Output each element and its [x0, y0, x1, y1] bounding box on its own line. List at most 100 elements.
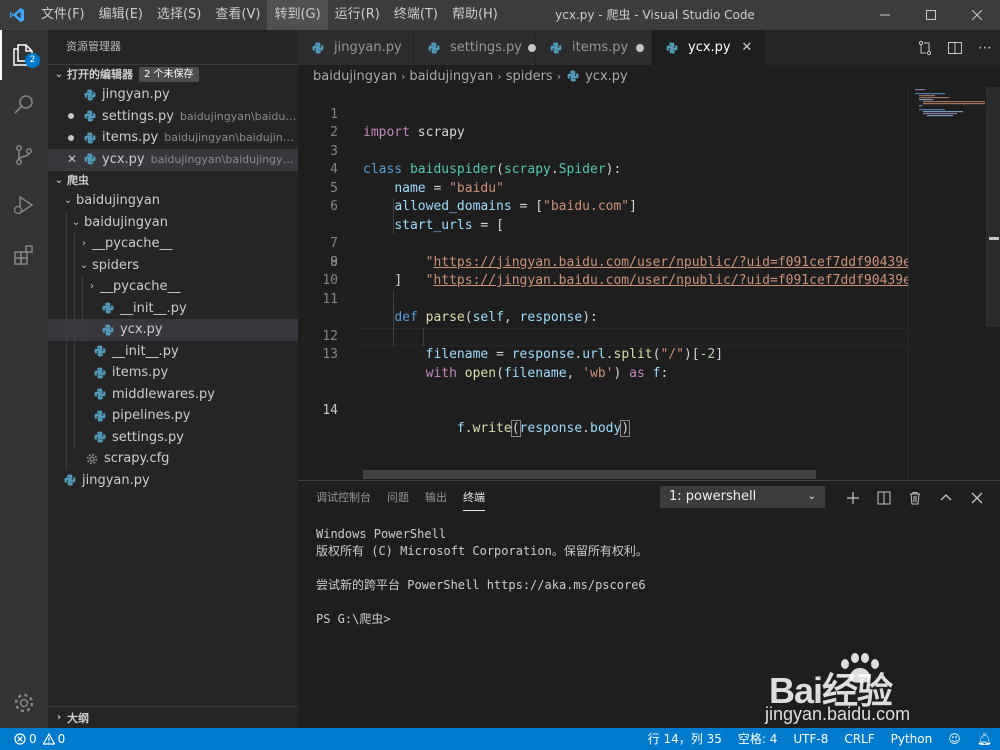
indentation[interactable]: 空格: 4	[730, 728, 786, 750]
tree-label: spiders	[92, 257, 140, 273]
maximize-panel-button[interactable]	[930, 491, 961, 505]
menu-edit[interactable]: 编辑(E)	[92, 0, 150, 30]
close-tab-icon[interactable]: ✕	[741, 40, 752, 55]
tab-jingyan[interactable]: jingyan.py	[298, 30, 414, 65]
code-line: 10	[298, 254, 908, 288]
tree-file[interactable]: __init__.py	[48, 340, 298, 362]
breadcrumb-item[interactable]: baidujingyan	[409, 69, 493, 84]
tree-file[interactable]: scrapy.cfg	[48, 448, 298, 470]
unsaved-dot-icon[interactable]	[636, 43, 645, 52]
tree-folder[interactable]: ⌄ spiders	[48, 254, 298, 276]
scrollbar-thumb[interactable]	[986, 87, 1000, 327]
tree-file[interactable]: jingyan.py	[48, 470, 298, 492]
tab-ycx[interactable]: ycx.py ✕	[652, 30, 766, 65]
code-token: (	[496, 365, 504, 381]
new-terminal-button[interactable]	[837, 491, 868, 505]
python-file-icon	[100, 300, 116, 316]
search-activity[interactable]	[0, 80, 48, 130]
code-token: -2	[699, 347, 716, 362]
menu-bar: 文件(F) 编辑(E) 选择(S) 查看(V) 转到(G) 运行(R) 终端(T…	[34, 0, 505, 30]
tree-folder[interactable]: ⌄ baidujingyan	[48, 190, 298, 212]
unsaved-dot-icon[interactable]	[527, 43, 536, 52]
open-editor-item-active[interactable]: ✕ ycx.py baidujingyan\baidujingyan\s...	[48, 148, 298, 171]
problems-status[interactable]: 0 0	[0, 732, 65, 746]
code-token: url	[582, 347, 606, 362]
vertical-scrollbar[interactable]	[986, 87, 1000, 480]
cursor-position[interactable]: 行 14，列 35	[640, 728, 730, 750]
tree-file[interactable]: items.py	[48, 362, 298, 384]
chevron-down-icon: ⌄	[63, 195, 73, 206]
warning-count: 0	[57, 732, 66, 746]
folder-header[interactable]: ⌄ 爬虫	[48, 170, 298, 190]
close-panel-button[interactable]	[961, 492, 992, 504]
tab-debug-console[interactable]: 调试控制台	[316, 481, 371, 515]
code-editor[interactable]: 1 import scrapy 2 3 class baiduspider(sc…	[298, 87, 908, 480]
bell-icon[interactable]: 🔔︎	[969, 728, 1000, 750]
explorer-activity[interactable]: 2	[0, 30, 48, 80]
menu-help[interactable]: 帮助(H)	[445, 0, 505, 30]
tab-output[interactable]: 输出	[425, 481, 447, 515]
tree-file[interactable]: middlewares.py	[48, 383, 298, 405]
open-editor-item[interactable]: items.py baidujingyan\baidujingyan	[48, 127, 298, 149]
close-editor-icon[interactable]: ✕	[65, 149, 79, 171]
error-count: 0	[29, 732, 37, 746]
language-mode[interactable]: Python	[883, 728, 941, 750]
open-changes-button[interactable]	[910, 40, 940, 56]
manage-activity[interactable]	[0, 678, 48, 728]
breadcrumb-item[interactable]: spiders	[506, 69, 553, 84]
run-debug-activity[interactable]	[0, 180, 48, 230]
breadcrumb-item[interactable]: ycx.py	[585, 69, 628, 84]
terminal-line: 尝试新的跨平台 PowerShell https://aka.ms/pscore…	[316, 578, 646, 592]
minimize-icon	[880, 14, 890, 16]
window-controls	[862, 0, 1000, 30]
tree-file[interactable]: settings.py	[48, 426, 298, 448]
tab-items[interactable]: items.py	[536, 30, 652, 65]
tree-file-selected[interactable]: ycx.py	[48, 319, 298, 341]
split-terminal-button[interactable]	[868, 491, 899, 505]
minimap[interactable]	[908, 87, 986, 480]
horizontal-scrollbar[interactable]	[363, 470, 816, 479]
compare-changes-icon	[918, 40, 932, 55]
terminal-select[interactable]: 1: powershell ⌄	[660, 486, 825, 508]
menu-run[interactable]: 运行(R)	[328, 0, 387, 30]
feedback-icon[interactable]: ☺	[940, 728, 969, 750]
tree-folder[interactable]: › __pycache__	[48, 233, 298, 255]
maximize-button[interactable]	[908, 0, 954, 30]
breadcrumb-item[interactable]: baidujingyan	[313, 69, 397, 84]
tab-problems[interactable]: 问题	[387, 481, 409, 515]
extensions-activity[interactable]	[0, 230, 48, 280]
chevron-down-icon: ⌄	[807, 491, 816, 502]
open-editors-header[interactable]: ⌄ 打开的编辑器 2 个未保存	[48, 64, 298, 84]
outline-header[interactable]: › 大纲	[48, 706, 298, 728]
code-token: )[	[683, 347, 700, 362]
tab-settings[interactable]: settings.py	[414, 30, 536, 65]
menu-file[interactable]: 文件(F)	[34, 0, 92, 30]
kill-terminal-button[interactable]	[899, 491, 930, 505]
tree-folder[interactable]: › __pycache__	[48, 276, 298, 298]
tree-file[interactable]: __init__.py	[48, 297, 298, 319]
minimap-preview	[915, 89, 985, 117]
open-editor-item[interactable]: jingyan.py	[48, 84, 298, 106]
chevron-down-icon: ⌄	[54, 68, 64, 80]
terminal-prompt: PS G:\爬虫>	[316, 612, 391, 626]
source-control-activity[interactable]	[0, 130, 48, 180]
menu-go[interactable]: 转到(G)	[267, 0, 328, 30]
terminal-output[interactable]: Windows PowerShell 版权所有 (C) Microsoft Co…	[316, 526, 648, 628]
close-window-button[interactable]	[954, 0, 1000, 30]
open-editor-name: jingyan.py	[102, 87, 170, 102]
menu-selection[interactable]: 选择(S)	[150, 0, 208, 30]
menu-terminal[interactable]: 终端(T)	[387, 0, 445, 30]
tree-label: jingyan.py	[82, 472, 150, 488]
tab-terminal[interactable]: 终端	[463, 481, 485, 515]
more-actions-button[interactable]: ⋯	[970, 40, 1000, 56]
split-editor-button[interactable]	[940, 40, 970, 56]
tree-folder[interactable]: ⌄ baidujingyan	[48, 211, 298, 233]
open-editor-item[interactable]: settings.py baidujingyan\baidujing...	[48, 106, 298, 128]
code-line-current: 14 f.write(response.body)	[298, 327, 908, 437]
line-ending[interactable]: CRLF	[836, 728, 882, 750]
tree-file[interactable]: pipelines.py	[48, 405, 298, 427]
minimize-button[interactable]	[862, 0, 908, 30]
encoding[interactable]: UTF-8	[785, 728, 836, 750]
menu-view[interactable]: 查看(V)	[208, 0, 267, 30]
editor-actions: ⋯	[910, 30, 1000, 65]
